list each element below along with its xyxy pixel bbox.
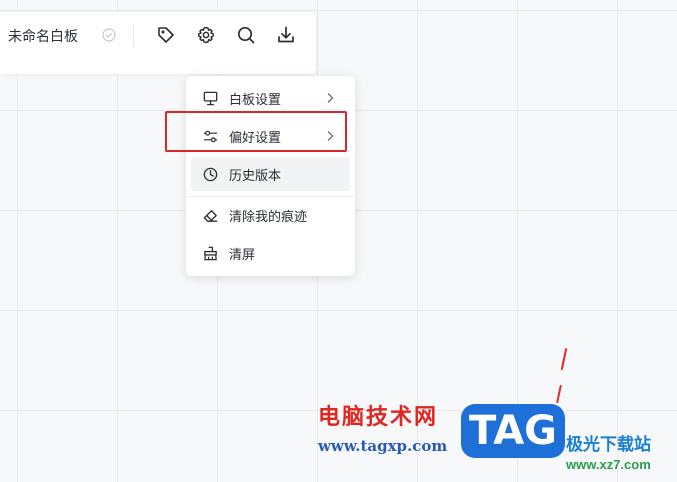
menu-item-label: 白板设置: [229, 91, 282, 107]
menu-divider: [186, 196, 355, 197]
sliders-icon: [201, 127, 219, 145]
menu-item-clear-my-traces[interactable]: 清除我的痕迹: [191, 198, 350, 232]
broom-icon: [201, 244, 219, 262]
document-title[interactable]: 未命名白板: [8, 26, 78, 46]
watermark-right-url: www.xz7.com: [566, 457, 651, 472]
watermark-title: 电脑技术网: [318, 405, 439, 430]
tag-icon[interactable]: [154, 23, 178, 47]
menu-item-label: 清除我的痕迹: [229, 208, 308, 224]
toolbar-divider: [133, 24, 134, 46]
menu-item-version-history[interactable]: 历史版本: [191, 157, 350, 191]
menu-item-preferences[interactable]: 偏好设置: [191, 119, 350, 153]
menu-item-clear-screen[interactable]: 清屏: [191, 236, 350, 270]
annotation-stroke: [560, 348, 568, 370]
monitor-icon: [201, 89, 219, 107]
eraser-icon: [201, 206, 219, 224]
chevron-right-icon: [327, 93, 334, 103]
menu-item-label: 清屏: [229, 246, 256, 262]
settings-dropdown-menu: 白板设置 偏好设置 历史版本 清除我的痕迹 清屏: [186, 76, 355, 276]
annotation-stroke: [556, 384, 562, 404]
menu-item-whiteboard-settings[interactable]: 白板设置: [191, 81, 350, 115]
download-icon[interactable]: [274, 23, 298, 47]
watermark-left: 电脑技术网 www.tagxp.com: [318, 405, 447, 455]
saved-check-icon: [102, 28, 116, 42]
gear-icon[interactable]: [194, 23, 218, 47]
watermark-right: 极光下载站 www.xz7.com: [566, 430, 651, 472]
watermark-url: www.tagxp.com: [318, 437, 448, 455]
menu-item-label: 历史版本: [229, 167, 282, 183]
search-icon[interactable]: [234, 23, 258, 47]
clock-icon: [201, 165, 219, 183]
chevron-right-icon: [327, 131, 334, 141]
watermark-tag-badge: TAG: [461, 404, 565, 458]
menu-item-label: 偏好设置: [229, 129, 282, 145]
watermark-right-title: 极光下载站: [566, 435, 651, 455]
